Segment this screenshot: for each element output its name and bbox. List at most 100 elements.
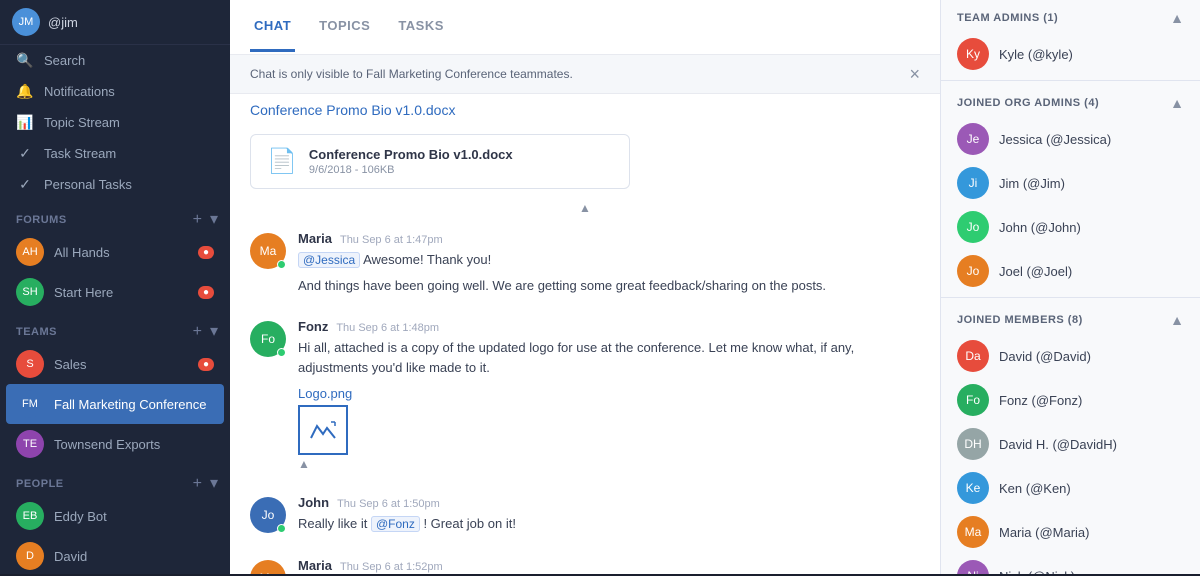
team-admins-toggle[interactable]: ▲ [1170, 10, 1184, 26]
chart-icon: 📊 [16, 114, 34, 131]
member-david: Da David (@David) [941, 334, 1200, 378]
user-avatar: JM [12, 8, 40, 36]
member-name-nick: Nick (@Nick) [999, 569, 1075, 575]
time-maria-1: Thu Sep 6 at 1:47pm [340, 234, 443, 246]
collapse-logo-arrow[interactable]: ▲ [298, 457, 920, 471]
collapse-forums-button[interactable]: ▾ [210, 212, 218, 228]
right-panel: TEAM ADMINS (1) ▲ Ky Kyle (@kyle) JOINED… [940, 0, 1200, 574]
file-name: Conference Promo Bio v1.0.docx [309, 147, 513, 162]
file-meta: 9/6/2018 - 106KB [309, 164, 513, 176]
file-link-section: Conference Promo Bio v1.0.docx [230, 94, 940, 126]
collapse-file-button[interactable]: ▲ [230, 197, 940, 219]
team-item-sales[interactable]: S Sales ● [0, 344, 230, 384]
people-header: PEOPLE + ▾ [0, 470, 230, 496]
member-davidh: DH David H. (@DavidH) [941, 422, 1200, 466]
message-header-fonz: Fonz Thu Sep 6 at 1:48pm [298, 319, 920, 334]
tab-chat[interactable]: CHAT [250, 2, 295, 52]
bell-icon: 🔔 [16, 83, 34, 100]
add-forum-button[interactable]: + [193, 212, 202, 228]
member-name-davidh: David H. (@DavidH) [999, 437, 1117, 452]
avatar-john-panel: Jo [957, 211, 989, 243]
avatar-david-panel: Da [957, 340, 989, 372]
sidebar-item-personal-tasks[interactable]: ✓ Personal Tasks [0, 169, 230, 200]
person-avatar-david: D [16, 542, 44, 570]
online-indicator [277, 260, 286, 269]
avatar-davidh: DH [957, 428, 989, 460]
file-link[interactable]: Conference Promo Bio v1.0.docx [250, 102, 455, 118]
team-item-fall-marketing[interactable]: FM Fall Marketing Conference [6, 384, 224, 424]
main-chat: CHAT TOPICS TASKS Chat is only visible t… [230, 0, 940, 574]
chat-body: Chat is only visible to Fall Marketing C… [230, 55, 940, 574]
member-name-john: John (@John) [999, 220, 1081, 235]
add-person-button[interactable]: + [193, 476, 202, 492]
time-maria-2: Thu Sep 6 at 1:52pm [340, 561, 443, 573]
org-admins-header: JOINED ORG ADMINS (4) ▲ [941, 85, 1200, 117]
info-banner: Chat is only visible to Fall Marketing C… [230, 55, 940, 94]
teams-section: TEAMS + ▾ S Sales ● FM Fall Marketing Co… [0, 318, 230, 464]
sidebar-item-topic-stream[interactable]: 📊 Topic Stream [0, 107, 230, 138]
member-name-joel: Joel (@Joel) [999, 264, 1072, 279]
mention-fonz-john[interactable]: @Fonz [371, 516, 420, 532]
logo-attachment: Logo.png ▲ [298, 385, 920, 471]
message-john: Jo John Thu Sep 6 at 1:50pm Really like … [230, 483, 940, 546]
collapse-teams-button[interactable]: ▾ [210, 324, 218, 340]
add-team-button[interactable]: + [193, 324, 202, 340]
message-header-john: John Thu Sep 6 at 1:50pm [298, 495, 920, 510]
team-admins-header: TEAM ADMINS (1) ▲ [941, 0, 1200, 32]
collapse-logo-button[interactable]: ▲ [298, 405, 920, 471]
member-john: Jo John (@John) [941, 205, 1200, 249]
people-actions: + ▾ [193, 476, 218, 492]
org-admins-title: JOINED ORG ADMINS (4) [957, 97, 1099, 109]
mention-jessica[interactable]: @Jessica [298, 252, 360, 268]
tab-topics[interactable]: TOPICS [315, 2, 374, 52]
message-header-maria-1: Maria Thu Sep 6 at 1:47pm [298, 231, 920, 246]
team-item-townsend[interactable]: TE Townsend Exports [0, 424, 230, 464]
forum-avatar-start-here: SH [16, 278, 44, 306]
file-attachment-promo: 📄 Conference Promo Bio v1.0.docx 9/6/201… [250, 134, 630, 189]
teams-actions: + ▾ [193, 324, 218, 340]
message-text-fonz: Hi all, attached is a copy of the update… [298, 338, 920, 377]
member-maria-panel: Ma Maria (@Maria) [941, 510, 1200, 554]
task-icon: ✓ [16, 176, 34, 193]
tab-tasks[interactable]: TASKS [394, 2, 448, 52]
avatar-kyle: Ky [957, 38, 989, 70]
member-ken: Ke Ken (@Ken) [941, 466, 1200, 510]
time-john: Thu Sep 6 at 1:50pm [337, 498, 440, 510]
divider-1 [941, 80, 1200, 81]
member-nick: Ni Nick (@Nick) [941, 554, 1200, 574]
message-text-maria-1b: And things have been going well. We are … [298, 276, 920, 296]
username-label: @jim [48, 15, 78, 30]
org-admins-toggle[interactable]: ▲ [1170, 95, 1184, 111]
online-indicator-john [277, 524, 286, 533]
close-banner-button[interactable]: × [909, 65, 920, 83]
avatar-jessica: Je [957, 123, 989, 155]
sidebar-item-notifications[interactable]: 🔔 Notifications [0, 76, 230, 107]
logo-preview-icon [309, 416, 337, 444]
member-joel: Jo Joel (@Joel) [941, 249, 1200, 293]
person-item-david[interactable]: D David [0, 536, 230, 576]
forum-item-all-hands[interactable]: AH All Hands ● [0, 232, 230, 272]
avatar-fonz-panel: Fo [957, 384, 989, 416]
sidebar-item-search[interactable]: 🔍 Search [0, 45, 230, 76]
message-maria-1: Ma Maria Thu Sep 6 at 1:47pm @Jessica Aw… [230, 219, 940, 307]
message-content-maria-1: Maria Thu Sep 6 at 1:47pm @Jessica Aweso… [298, 231, 920, 295]
avatar-maria-2: Ma [250, 560, 286, 575]
member-name-kyle: Kyle (@kyle) [999, 47, 1073, 62]
collapse-people-button[interactable]: ▾ [210, 476, 218, 492]
member-name-fonz: Fonz (@Fonz) [999, 393, 1082, 408]
member-name-maria: Maria (@Maria) [999, 525, 1089, 540]
person-item-eddy[interactable]: EB Eddy Bot [0, 496, 230, 536]
members-toggle[interactable]: ▲ [1170, 312, 1184, 328]
docx-icon: 📄 [267, 147, 297, 176]
team-badge-sales: ● [198, 358, 214, 371]
members-title: JOINED MEMBERS (8) [957, 314, 1083, 326]
forum-item-start-here[interactable]: SH Start Here ● [0, 272, 230, 312]
member-name-david: David (@David) [999, 349, 1091, 364]
divider-2 [941, 297, 1200, 298]
member-jessica: Je Jessica (@Jessica) [941, 117, 1200, 161]
member-jim: Ji Jim (@Jim) [941, 161, 1200, 205]
sidebar-item-task-stream[interactable]: ✓ Task Stream [0, 138, 230, 169]
forums-section: FORUMS + ▾ AH All Hands ● SH Start Here … [0, 206, 230, 312]
avatar-john: Jo [250, 497, 286, 533]
logo-link[interactable]: Logo.png [298, 386, 352, 401]
